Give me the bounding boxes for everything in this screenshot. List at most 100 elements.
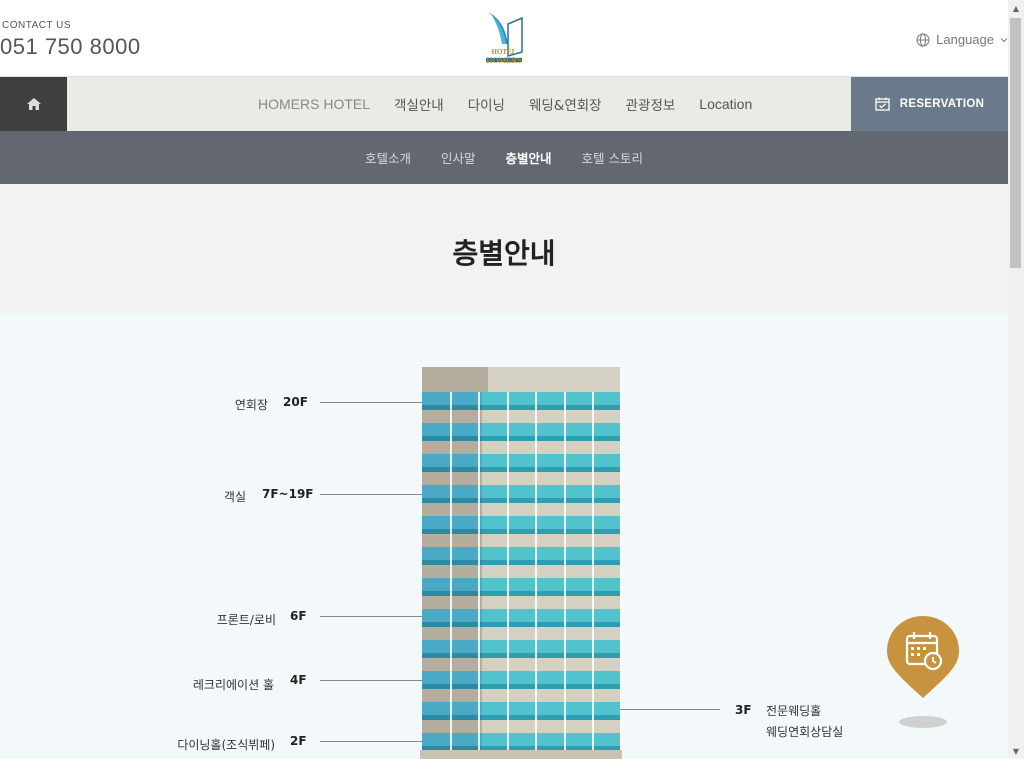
globe-icon xyxy=(916,33,930,46)
building-wall-band-right xyxy=(482,472,620,485)
title-band: 층별안내 xyxy=(0,184,1008,313)
building-window-sill-right xyxy=(482,622,620,627)
floor-number-20f: 20F xyxy=(283,395,308,409)
nav-item-wedding[interactable]: 웨딩&연회장 xyxy=(529,94,602,114)
floor-number-3f: 3F xyxy=(735,703,752,717)
building-window-sill-right xyxy=(482,498,620,503)
building-wall-band-right xyxy=(482,689,620,702)
main-nav: HOMERS HOTEL 객실안내 다이닝 웨딩&연회장 관광정보 Locati… xyxy=(0,77,1008,131)
home-button[interactable] xyxy=(0,77,67,131)
building-window-sill-right xyxy=(482,436,620,441)
building-window-band-right xyxy=(482,578,620,591)
leader-line-20f xyxy=(320,402,422,403)
fab-shadow xyxy=(899,716,947,728)
building-mullion xyxy=(592,392,594,759)
building-window-band-right xyxy=(482,485,620,498)
logo-line-2: HOMERS xyxy=(486,56,522,65)
subnav-item-intro[interactable]: 호텔소개 xyxy=(365,148,411,167)
building-window-band-right xyxy=(482,423,620,436)
building-mullion xyxy=(535,392,537,759)
leader-line-2f xyxy=(320,741,422,742)
logo-line-1: HOTEL xyxy=(491,48,517,56)
floor-3f-line-2: 웨딩연회상담실 xyxy=(766,725,844,739)
building-window-sill-right xyxy=(482,467,620,472)
floor-name-20f: 연회장 xyxy=(234,398,268,412)
building-window-band-right xyxy=(482,640,620,653)
home-icon xyxy=(26,98,41,110)
nav-menu: HOMERS HOTEL 객실안내 다이닝 웨딩&연회장 관광정보 Locati… xyxy=(258,77,776,131)
nav-item-dining[interactable]: 다이닝 xyxy=(468,94,505,114)
floor-description-3f: 전문웨딩홀 웨딩연회상담실 xyxy=(766,701,843,743)
building-wall-band-right xyxy=(482,658,620,671)
nav-item-homers-hotel[interactable]: HOMERS HOTEL xyxy=(258,96,370,112)
building-window-sill-right xyxy=(482,560,620,565)
building-mullion xyxy=(564,392,566,759)
building-wall-band-right xyxy=(482,596,620,609)
building-window-band-right xyxy=(482,547,620,560)
leader-line-4f xyxy=(320,680,422,681)
building-window-sill-right xyxy=(482,591,620,596)
floor-number-4f: 4F xyxy=(290,673,307,687)
building-illustration xyxy=(420,367,622,759)
building-window-band-right xyxy=(482,733,620,746)
scroll-thumb[interactable] xyxy=(1010,18,1021,268)
leader-line-rooms xyxy=(320,494,422,495)
floor-number-2f: 2F xyxy=(290,734,307,748)
subnav-item-story[interactable]: 호텔 스토리 xyxy=(582,148,643,167)
building-wall-band-right xyxy=(482,503,620,516)
building-window-band-right xyxy=(482,671,620,684)
building-window-band-right xyxy=(482,454,620,467)
building-wall-band-right xyxy=(482,441,620,454)
building-roof-right xyxy=(488,367,620,392)
leader-line-6f xyxy=(320,616,422,617)
hotel-logo[interactable]: HOTEL HOMERS xyxy=(482,8,526,65)
building-window-band-right xyxy=(482,516,620,529)
building-window-band-right xyxy=(482,702,620,715)
floor-name-4f: 레크리에이션 홀 xyxy=(192,678,274,692)
building-window-sill-right xyxy=(482,715,620,720)
subnav-item-greeting[interactable]: 인사말 xyxy=(441,148,476,167)
floor-name-2f: 다이닝홀(조식뷔페) xyxy=(177,738,275,752)
building-window-band-right xyxy=(482,392,620,405)
building-window-sill-right xyxy=(482,653,620,658)
building-mullion xyxy=(450,392,452,759)
floor-name-rooms: 객실 xyxy=(223,490,246,504)
floor-3f-line-1: 전문웨딩홀 xyxy=(766,704,822,718)
building-window-sill-right xyxy=(482,684,620,689)
page-title: 층별안내 xyxy=(452,237,556,270)
logo-text: HOTEL HOMERS xyxy=(482,48,526,65)
top-bar: CONTACT US 051 750 8000 HOTEL HOMERS Lan… xyxy=(0,0,1008,77)
floor-number-6f: 6F xyxy=(290,609,307,623)
subnav-item-floor-guide[interactable]: 층별안내 xyxy=(506,148,552,167)
building-base xyxy=(420,750,622,759)
scroll-down-arrow-icon[interactable]: ▼ xyxy=(1008,743,1024,759)
building-wall-band-right xyxy=(482,720,620,733)
building-wall-band-right xyxy=(482,534,620,547)
leader-line-3f xyxy=(620,709,720,710)
calendar-check-icon xyxy=(875,97,890,111)
language-label: Language xyxy=(936,32,994,47)
reservation-button[interactable]: RESERVATION xyxy=(851,77,1008,131)
scroll-up-arrow-icon[interactable]: ▲ xyxy=(1008,0,1024,16)
nav-item-tourism[interactable]: 관광정보 xyxy=(626,94,676,114)
contact-label: CONTACT US xyxy=(2,20,72,31)
contact-phone[interactable]: 051 750 8000 xyxy=(0,34,141,60)
building-window-sill-right xyxy=(482,405,620,410)
building-wall-band-right xyxy=(482,565,620,578)
building-wall-band-right xyxy=(482,627,620,640)
page-scrollbar[interactable]: ▲ ▼ xyxy=(1008,0,1024,759)
building-window-band-right xyxy=(482,609,620,622)
chevron-down-icon xyxy=(1000,37,1008,42)
reservation-label: RESERVATION xyxy=(899,98,985,110)
language-selector[interactable]: Language xyxy=(916,32,1008,47)
page: CONTACT US 051 750 8000 HOTEL HOMERS Lan… xyxy=(0,0,1008,759)
floor-name-6f: 프론트/로비 xyxy=(216,613,276,627)
building-window-sill-right xyxy=(482,529,620,534)
calendar-clock-icon xyxy=(887,616,959,698)
nav-item-rooms[interactable]: 객실안내 xyxy=(394,94,444,114)
reservation-calendar-fab[interactable] xyxy=(885,614,961,700)
building-mullion xyxy=(507,392,509,759)
nav-item-location[interactable]: Location xyxy=(699,96,752,112)
floor-number-rooms: 7F~19F xyxy=(262,487,314,501)
building-wall-band-right xyxy=(482,410,620,423)
